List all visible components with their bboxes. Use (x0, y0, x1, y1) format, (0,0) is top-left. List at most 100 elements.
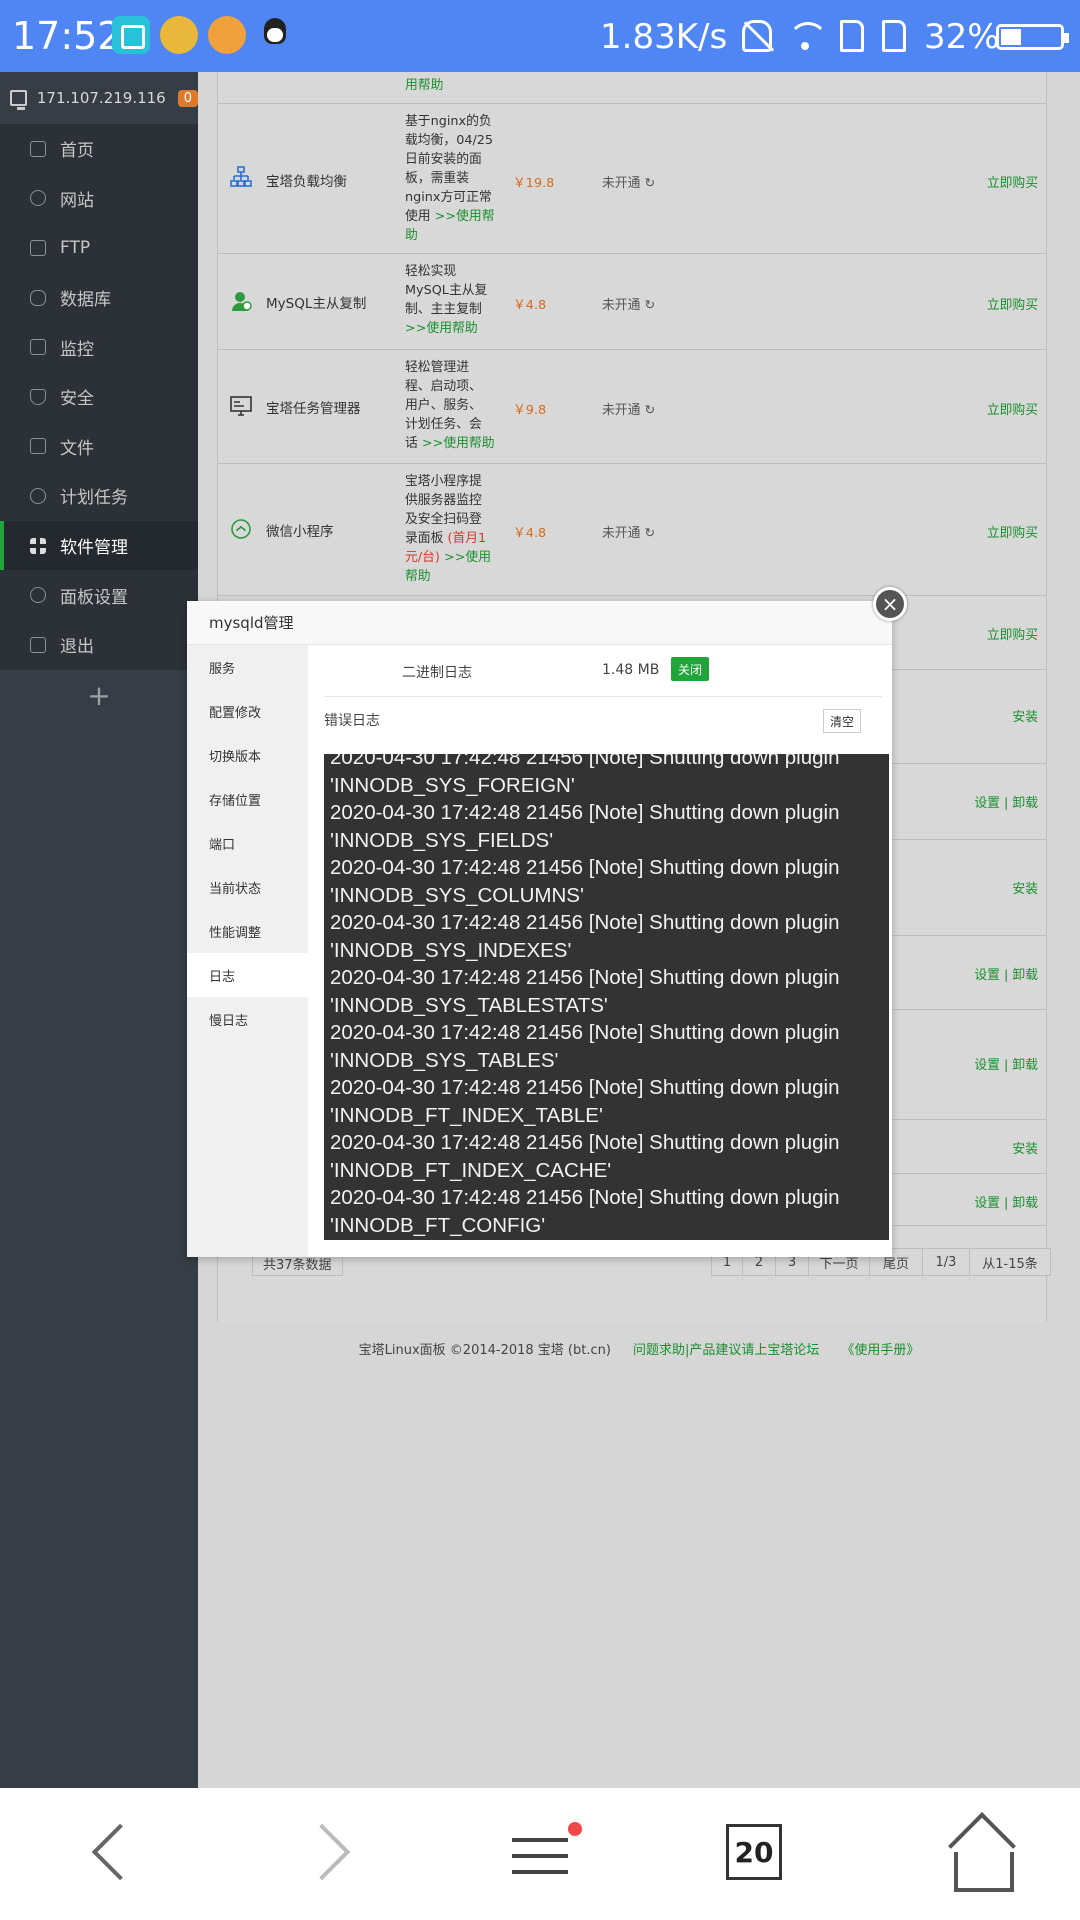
log-line: 'INNODB_SYS_FOREIGN' (330, 773, 575, 797)
log-line: 'INNODB_SYS_COLUMNS' (330, 883, 584, 907)
refresh-icon[interactable]: ↻ (644, 298, 655, 313)
screenshot-app-icon (112, 16, 150, 54)
notification-dot (568, 1822, 582, 1836)
message-badge[interactable]: 0 (177, 89, 198, 107)
buy-button[interactable]: 立即购买 (987, 172, 1038, 191)
menu-icon[interactable] (500, 1818, 582, 1892)
log-line: 'INNODB_SYS_TABLES' (330, 1048, 559, 1072)
add-shortcut-button[interactable]: + (0, 670, 198, 722)
log-line: 2020-04-30 17:42:48 21456 [Note] Shuttin… (330, 856, 840, 879)
buy-button[interactable]: 立即购买 (987, 399, 1038, 418)
buy-button[interactable]: 立即购买 (987, 294, 1038, 313)
tabs-count-button[interactable]: 20 (726, 1824, 782, 1880)
status-bar: 17:52 1.83K/s 32% (0, 0, 1080, 72)
server-info[interactable]: 171.107.219.116 0 (0, 72, 198, 124)
log-line: 2020-04-30 17:42:48 21456 [Note] Shuttin… (330, 1076, 840, 1099)
settings-uninstall-links[interactable]: 设置 | 卸载 (974, 1192, 1038, 1211)
settings-uninstall-links[interactable]: 设置 | 卸载 (974, 792, 1038, 811)
desc-line: 载均衡，04/25 (405, 133, 494, 148)
tab-storage[interactable]: 存储位置 (187, 777, 308, 821)
help-link[interactable]: 用帮助 (405, 76, 501, 95)
price: ￥4.8 (513, 526, 547, 541)
refresh-icon[interactable]: ↻ (644, 526, 655, 541)
sidebar-item-security[interactable]: 安全 (0, 372, 198, 422)
sidebar-item-settings[interactable]: 面板设置 (0, 570, 198, 620)
install-button[interactable]: 安装 (1012, 706, 1038, 725)
desc-line: 录面板 (首月1 (405, 529, 501, 548)
buy-button[interactable]: 立即购买 (987, 522, 1038, 541)
sidebar-item-label: 文件 (60, 438, 94, 459)
help-link[interactable]: >>使用 (440, 550, 491, 565)
dialog-body: 二进制日志 1.48 MB 关闭 错误日志 清空 2020-04-30 17:4… (308, 645, 892, 1257)
log-line: 'INNODB_FT_CONFIG' (330, 1213, 546, 1237)
desc-line: 用户、服务、 (405, 398, 482, 413)
binlog-label: 二进制日志 (402, 665, 472, 681)
mysqld-dialog: mysqld管理 × 服务 配置修改 切换版本 存储位置 端口 当前状态 性能调… (187, 587, 907, 1257)
log-line: 2020-04-30 17:42:48 21456 [Note] Shuttin… (330, 1131, 840, 1154)
sidebar-item-monitor[interactable]: 监控 (0, 322, 198, 372)
lemon-app-icon (160, 16, 198, 54)
sidebar-item-logout[interactable]: 退出 (0, 620, 198, 670)
tab-slow-log[interactable]: 慢日志 (187, 997, 308, 1041)
help-link[interactable]: >>使用帮助 (405, 319, 501, 338)
sidebar-item-label: 软件管理 (60, 538, 128, 559)
home-icon[interactable] (940, 1818, 1020, 1892)
sidebar-item-database[interactable]: 数据库 (0, 273, 198, 323)
buy-button[interactable]: 立即购买 (987, 624, 1038, 643)
sidebar-item-software[interactable]: 软件管理 (0, 520, 198, 571)
tab-port[interactable]: 端口 (187, 821, 308, 865)
refresh-icon[interactable]: ↻ (644, 403, 655, 418)
settings-uninstall-links[interactable]: 设置 | 卸载 (974, 964, 1038, 983)
help-link[interactable]: 帮助 (405, 567, 501, 586)
status-text: 未开通 ↻ (602, 294, 655, 313)
database-icon (30, 289, 46, 306)
user-sync-icon (232, 292, 252, 311)
desc-line: 基于nginx的负 (405, 114, 492, 129)
install-button[interactable]: 安装 (1012, 1138, 1038, 1157)
shield-icon (30, 388, 46, 405)
sidebar-item-cron[interactable]: 计划任务 (0, 471, 198, 521)
help-link[interactable]: >>使用帮助 (422, 436, 495, 451)
error-log-viewer[interactable]: 2020-04-30 17:42:48 21456 [Note] Shuttin… (324, 754, 889, 1240)
back-icon[interactable] (70, 1818, 150, 1892)
binlog-row: 二进制日志 1.48 MB 关闭 (324, 645, 882, 697)
binlog-toggle-button[interactable]: 关闭 (671, 657, 710, 681)
forum-link[interactable]: 问题求助|产品建议请上宝塔论坛 (633, 1339, 819, 1358)
table-row: 宝塔负载均衡 基于nginx的负 载均衡，04/25 日前安装的面 板，需重装 … (218, 104, 1046, 254)
forward-icon[interactable] (288, 1818, 368, 1892)
tab-service[interactable]: 服务 (187, 645, 308, 689)
close-dialog-button[interactable]: × (873, 587, 907, 621)
tab-logs[interactable]: 日志 (187, 953, 308, 997)
page-of: 1/3 (922, 1248, 970, 1276)
desc-line: 元/台) >>使用 (405, 548, 501, 567)
sidebar-item-label: 面板设置 (60, 587, 128, 608)
tab-config[interactable]: 配置修改 (187, 689, 308, 733)
install-button[interactable]: 安装 (1012, 878, 1038, 897)
folder-icon (30, 438, 46, 455)
sidebar-item-website[interactable]: 网站 (0, 174, 198, 224)
desc-line: 供服务器监控 (405, 493, 482, 508)
sidebar-item-files[interactable]: 文件 (0, 422, 198, 472)
qq-penguin-icon (256, 16, 294, 54)
sidebar-item-home[interactable]: 首页 (0, 124, 198, 174)
sidebar-item-label: 数据库 (60, 290, 111, 311)
help-link[interactable]: >>使用帮 (435, 209, 495, 224)
tab-status[interactable]: 当前状态 (187, 865, 308, 909)
manual-link[interactable]: 《使用手册》 (841, 1339, 919, 1358)
refresh-icon[interactable]: ↻ (644, 176, 655, 191)
status-label: 未开通 (602, 526, 641, 541)
desc-line: 及安全扫码登 (405, 512, 482, 527)
log-line: 'INNODB_FT_INDEX_TABLE' (330, 1103, 603, 1127)
desc-line: 轻松实现 (405, 264, 457, 279)
error-log-label: 错误日志 (324, 713, 380, 729)
sidebar-item-ftp[interactable]: FTP (0, 223, 198, 273)
settings-uninstall-links[interactable]: 设置 | 卸载 (974, 1054, 1038, 1073)
desc-line: MySQL主从复 (405, 283, 488, 298)
tab-performance[interactable]: 性能调整 (187, 909, 308, 953)
tab-switch-version[interactable]: 切换版本 (187, 733, 308, 777)
clear-log-button[interactable]: 清空 (823, 709, 862, 733)
sim2-icon (882, 20, 906, 52)
status-text: 未开通 ↻ (602, 522, 655, 541)
help-link[interactable]: 助 (405, 226, 501, 245)
price: ￥19.8 (513, 176, 555, 191)
